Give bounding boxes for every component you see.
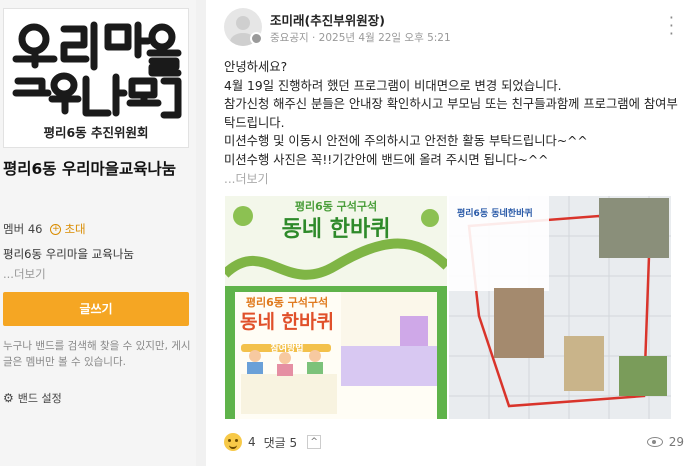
band-logo <box>12 21 182 119</box>
band-settings-link[interactable]: ⚙ 밴드 설정 <box>3 390 62 406</box>
post-more-link[interactable]: ...더보기 <box>224 170 269 187</box>
post-image-poster[interactable]: 평리6동 구석구석 동네 한바퀴 평리6동 구석구석 동네 한바퀴 참여방법 <box>225 196 447 419</box>
comment-count[interactable]: 댓글 5 <box>264 434 298 451</box>
write-post-button[interactable]: 글쓰기 <box>3 292 189 326</box>
sidebar: 평리6동 추진위원회 평리6동 우리마을교육나눔 멤버 46 + 초대 평리6동… <box>0 0 196 466</box>
invite-label: 초대 <box>64 222 86 236</box>
post-line: 4월 19일 진행하려 했던 프로그램이 비대면으로 변경 되었습니다. <box>224 78 562 93</box>
image2-map-title: 평리6동 동네한바퀴 <box>457 207 533 219</box>
band-description: 평리6동 우리마을 교육나눔 <box>3 247 135 261</box>
description-more-link[interactable]: ...더보기 <box>3 266 46 282</box>
post-author[interactable]: 조미래(추진부위원장) <box>270 10 385 29</box>
chevron-up-icon[interactable]: ^ <box>307 435 322 449</box>
post-line: 안녕하세요? <box>224 60 288 74</box>
post-image-map[interactable]: 평리6동 동네한바퀴 <box>449 196 671 419</box>
reaction-emoji-icon[interactable] <box>224 433 242 451</box>
cover-caption: 평리6동 추진위원회 <box>43 125 149 140</box>
privacy-note: 누구나 밴드를 검색해 찾을 수 있지만, 게시글은 멤버만 볼 수 있습니다. <box>3 340 191 368</box>
image1-top-big: 동네 한바퀴 <box>282 217 391 242</box>
post-body: 안녕하세요? 4월 19일 진행하려 했던 프로그램이 비대면으로 변경 되었습… <box>224 58 684 169</box>
admin-badge-icon <box>250 32 263 45</box>
plus-icon: + <box>50 223 62 235</box>
post-line: 참가신청 해주신 분들은 안내장 확인하시고 부모님 또는 친구들과함께 프로그… <box>224 97 678 130</box>
post-date: 2025년 4월 22일 오후 5:21 <box>318 32 451 44</box>
invite-button[interactable]: + 초대 <box>50 221 86 237</box>
eye-icon <box>646 437 663 447</box>
view-count: 29 <box>668 435 684 449</box>
post-card: 조미래(추진부위원장) 중요공지 · 2025년 4월 22일 오후 5:21 … <box>206 0 696 466</box>
post-footer: 4 댓글 5 ^ 29 <box>224 428 684 456</box>
reaction-count[interactable]: 4 <box>248 435 256 449</box>
image1-poster-title: 평리6동 구석구석 <box>246 295 328 309</box>
view-count-group: 29 <box>646 435 684 449</box>
band-name[interactable]: 평리6동 우리마을교육나눔 <box>3 158 193 180</box>
image1-poster-big: 동네 한바퀴 <box>240 311 334 333</box>
band-cover-image[interactable]: 평리6동 추진위원회 <box>3 8 189 148</box>
notice-tag: 중요공지 <box>270 32 309 44</box>
gear-icon: ⚙ <box>3 391 14 405</box>
member-count[interactable]: 멤버 46 <box>3 221 42 237</box>
settings-label: 밴드 설정 <box>17 392 62 405</box>
post-line: 미션수행 및 이동시 안전에 주의하시고 안전한 활동 부탁드립니다~^^ <box>224 134 588 148</box>
post-line: 미션수행 사진은 꼭!!기간안에 밴드에 올려 주시면 됩니다~^^ <box>224 152 549 167</box>
post-meta: 중요공지 · 2025년 4월 22일 오후 5:21 <box>270 32 451 44</box>
more-options-icon[interactable]: · · · <box>669 10 674 42</box>
member-row: 멤버 46 + 초대 <box>3 221 86 237</box>
image1-poster-sub: 참여방법 <box>270 342 303 354</box>
image1-top-title: 평리6동 구석구석 <box>295 199 377 213</box>
